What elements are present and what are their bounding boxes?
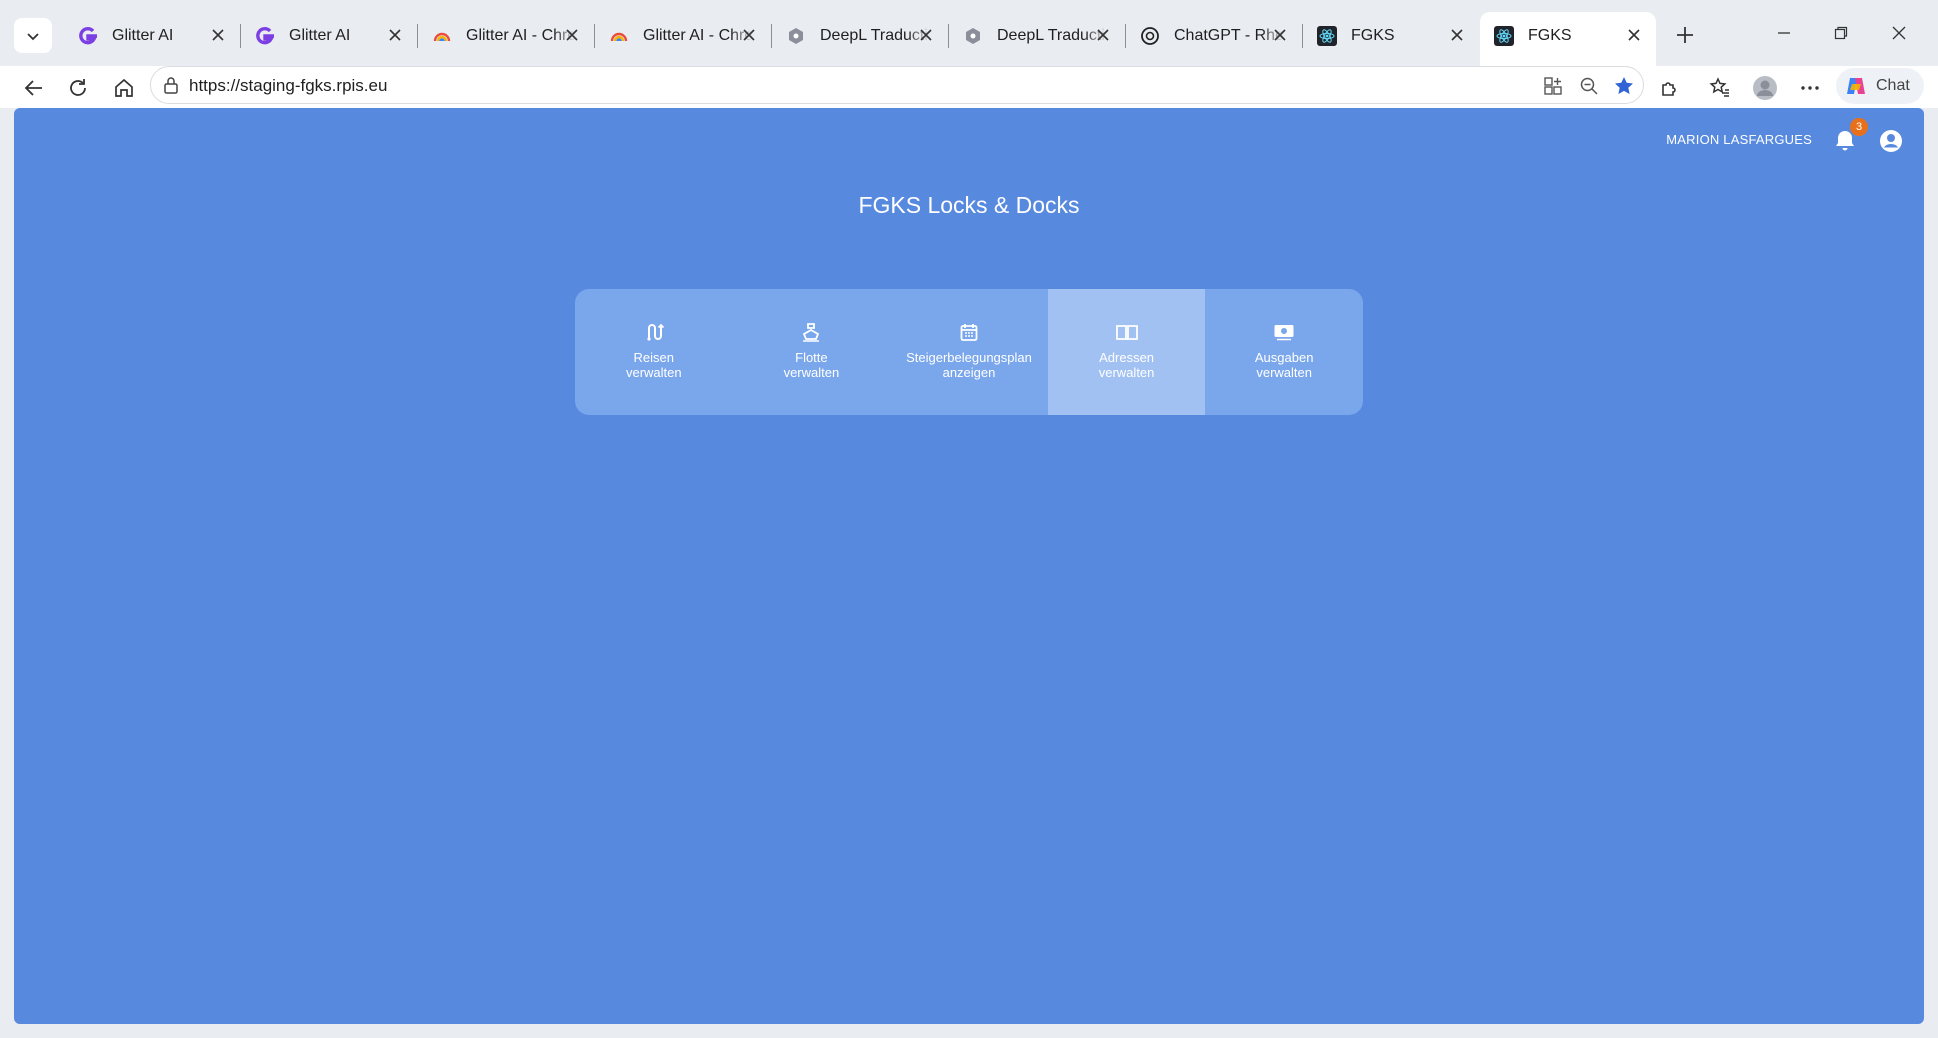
- close-icon[interactable]: [739, 25, 759, 45]
- tab-title: FGKS: [1351, 26, 1395, 44]
- favorites-button[interactable]: [1704, 72, 1736, 104]
- app-available-icon[interactable]: [1543, 76, 1563, 101]
- app-page: MARION LASFARGUES 3 FGKS Locks & Docks R…: [14, 108, 1924, 1024]
- profile-avatar-icon: [1753, 76, 1777, 100]
- menu-item-ausgaben[interactable]: Ausgaben verwalten: [1205, 289, 1363, 415]
- notification-count-badge: 3: [1850, 118, 1868, 136]
- close-icon: [1892, 26, 1906, 40]
- menu-item-reisen[interactable]: Reisen verwalten: [575, 289, 733, 415]
- menu-item-label: Adressen verwalten: [1098, 350, 1155, 380]
- close-icon[interactable]: [1093, 25, 1113, 45]
- close-icon[interactable]: [385, 25, 405, 45]
- new-tab-button[interactable]: [1670, 20, 1700, 50]
- arrow-left-icon: [24, 80, 42, 96]
- tab-glitter-chrome-1[interactable]: Glitter AI - Chrome: [418, 12, 595, 59]
- menu-item-label: Steigerbelegungsplan anzeigen: [906, 350, 1032, 380]
- home-icon: [115, 78, 133, 97]
- close-icon[interactable]: [916, 25, 936, 45]
- menu-item-adressen[interactable]: Adressen verwalten: [1047, 289, 1206, 415]
- minimize-icon: [1778, 32, 1790, 34]
- react-icon: [1494, 25, 1514, 46]
- browser-toolbar: https://staging-fgks.rpis.eu Chat: [0, 66, 1938, 108]
- app-title: FGKS Locks & Docks: [858, 192, 1080, 218]
- user-name[interactable]: MARION LASFARGUES: [1666, 132, 1812, 147]
- back-button[interactable]: [18, 72, 50, 104]
- main-menu: Reisen verwalten Flotte verwalten Steige…: [575, 289, 1363, 415]
- tab-title: Glitter AI - Chrome: [643, 26, 753, 44]
- url-text[interactable]: https://staging-fgks.rpis.eu: [189, 76, 387, 96]
- favorite-star-icon[interactable]: [1613, 75, 1635, 102]
- deepl-icon: [786, 26, 806, 46]
- settings-more-button[interactable]: [1794, 72, 1826, 104]
- zoom-out-icon[interactable]: [1579, 76, 1599, 101]
- copilot-chat-button[interactable]: Chat: [1836, 68, 1924, 104]
- close-icon[interactable]: [1270, 25, 1290, 45]
- route-icon: [647, 323, 664, 341]
- window-close-button[interactable]: [1876, 14, 1922, 52]
- plus-icon: [1677, 27, 1693, 43]
- glitter-icon: [255, 26, 275, 46]
- money-icon: [1274, 325, 1294, 341]
- tab-strip: Glitter AI Glitter AI Glitter AI - Chrom…: [0, 0, 1938, 66]
- menu-item-flotte[interactable]: Flotte verwalten: [733, 289, 891, 415]
- tab-title: Glitter AI: [112, 26, 174, 44]
- tab-deepl-1[interactable]: DeepL Traduction: [772, 12, 949, 59]
- address-bar[interactable]: https://staging-fgks.rpis.eu: [150, 66, 1644, 104]
- glitter-icon: [78, 26, 98, 46]
- react-icon: [1317, 25, 1337, 46]
- menu-item-label: Ausgaben verwalten: [1254, 350, 1314, 380]
- tab-search-button[interactable]: [14, 18, 52, 53]
- menu-item-steigerbelegungsplan[interactable]: Steigerbelegungsplan anzeigen: [890, 289, 1048, 415]
- chatgpt-icon: [1140, 26, 1160, 46]
- tab-fgks-active[interactable]: FGKS: [1480, 12, 1656, 66]
- tab-title: Glitter AI - Chrome: [466, 26, 576, 44]
- close-icon[interactable]: [208, 25, 228, 45]
- tab-glitter-chrome-2[interactable]: Glitter AI - Chrome: [595, 12, 772, 59]
- restore-icon: [1834, 26, 1848, 40]
- menu-item-label: Flotte verwalten: [783, 350, 840, 380]
- copilot-icon: [1847, 78, 1865, 94]
- chat-label: Chat: [1876, 77, 1910, 94]
- calendar-icon: [960, 324, 978, 341]
- reload-icon: [70, 79, 86, 96]
- close-icon[interactable]: [562, 25, 582, 45]
- profile-button[interactable]: [1749, 72, 1781, 104]
- minimize-button[interactable]: [1761, 14, 1807, 52]
- chevron-down-icon: [27, 32, 39, 40]
- rainbow-icon: [609, 26, 629, 46]
- deepl-icon: [963, 26, 983, 46]
- account-circle-icon[interactable]: [1878, 128, 1904, 154]
- ship-icon: [803, 323, 820, 342]
- address-book-icon: [1115, 325, 1138, 340]
- tab-glitter-2[interactable]: Glitter AI: [241, 12, 418, 59]
- close-icon[interactable]: [1447, 25, 1467, 45]
- menu-item-label: Reisen verwalten: [625, 350, 682, 380]
- lock-icon[interactable]: [163, 76, 179, 99]
- tab-deepl-2[interactable]: DeepL Traduction: [949, 12, 1126, 59]
- reload-button[interactable]: [62, 72, 94, 104]
- close-icon[interactable]: [1624, 25, 1644, 45]
- home-button[interactable]: [108, 72, 140, 104]
- tab-title: ChatGPT - Rheinschiff: [1174, 26, 1284, 44]
- restore-button[interactable]: [1818, 14, 1864, 52]
- tab-title: DeepL Traduction: [997, 26, 1107, 44]
- puzzle-icon: [1662, 82, 1676, 96]
- extensions-button[interactable]: [1654, 72, 1686, 104]
- tab-title: DeepL Traduction: [820, 26, 930, 44]
- tab-glitter-1[interactable]: Glitter AI: [64, 12, 241, 59]
- favorites-list-icon: [1709, 77, 1729, 97]
- tab-fgks-1[interactable]: FGKS: [1303, 12, 1479, 59]
- tab-title: Glitter AI: [289, 26, 351, 44]
- more-horizontal-icon: [1801, 86, 1819, 90]
- tab-title: FGKS: [1528, 26, 1572, 44]
- rainbow-icon: [432, 26, 452, 46]
- tab-chatgpt[interactable]: ChatGPT - Rheinschiff: [1126, 12, 1303, 59]
